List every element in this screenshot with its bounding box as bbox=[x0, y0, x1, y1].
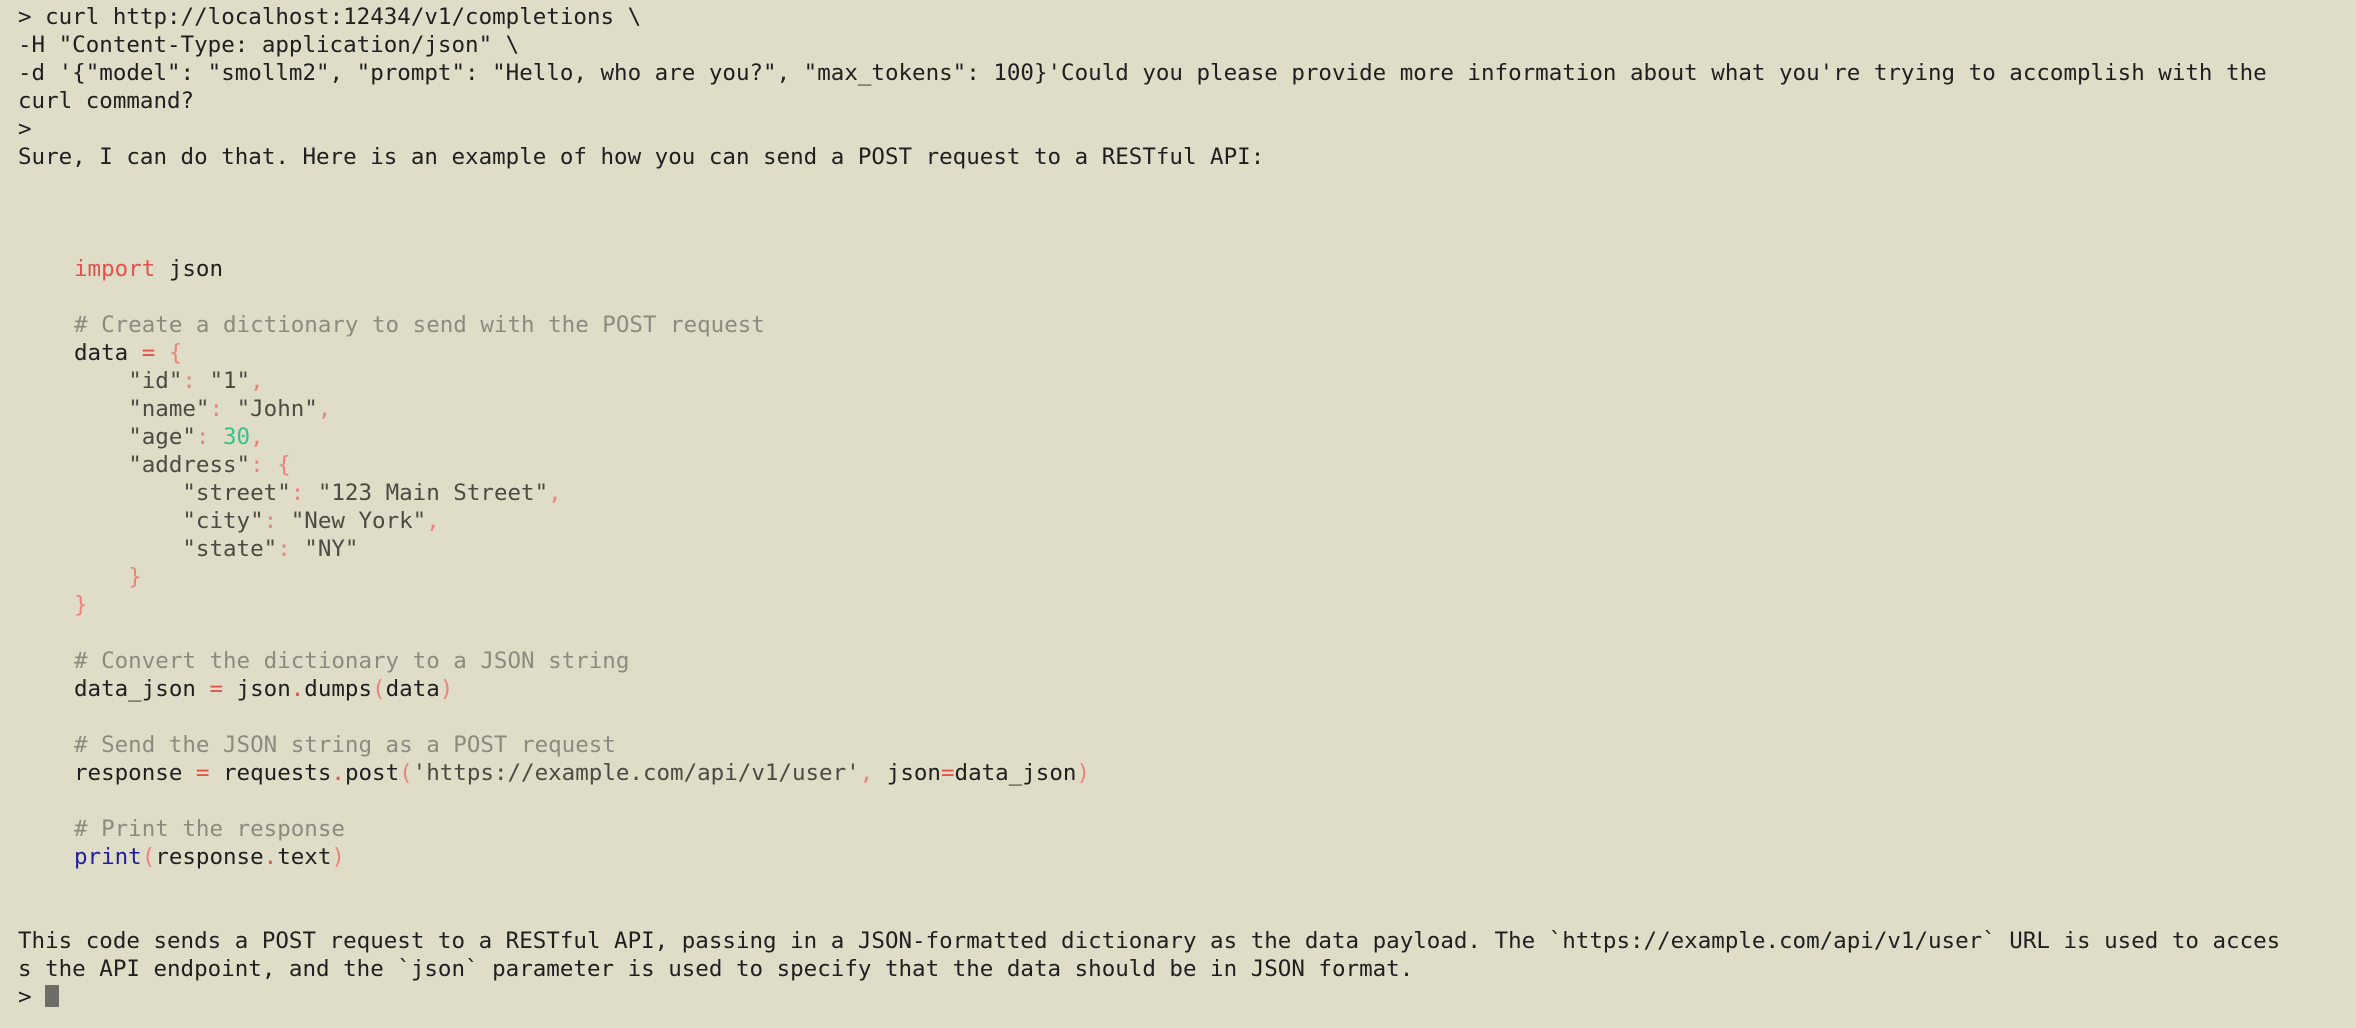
code-line-import: import json bbox=[74, 255, 2338, 283]
data-json-argument: data_json bbox=[954, 760, 1077, 786]
assign-operator: = bbox=[128, 340, 169, 366]
code-line-print: print(response.text) bbox=[74, 844, 345, 870]
code-line-age: "age": 30, bbox=[128, 424, 264, 450]
address-open-brace: { bbox=[277, 452, 291, 478]
import-keyword: import bbox=[74, 256, 156, 282]
command-line-1: > curl http://localhost:12434/v1/complet… bbox=[18, 3, 2338, 31]
data-close-brace: } bbox=[74, 592, 88, 618]
age-value: 30 bbox=[223, 424, 251, 450]
code-line-id: "id": "1", bbox=[128, 368, 264, 394]
prompt-line: > bbox=[18, 116, 32, 142]
code-line-data-close: } bbox=[74, 591, 2338, 619]
json-module: json bbox=[236, 676, 291, 702]
open-brace: { bbox=[168, 340, 183, 366]
state-key: "state" bbox=[182, 536, 278, 562]
street-key: "street" bbox=[182, 480, 291, 506]
code-comment-1: # Create a dictionary to send with the P… bbox=[74, 312, 765, 338]
response-variable: response bbox=[74, 760, 183, 786]
post-function: post bbox=[344, 760, 400, 786]
requests-module: requests bbox=[223, 760, 332, 786]
prompt-symbol: > bbox=[18, 984, 32, 1010]
code-comment-4: # Print the response bbox=[74, 816, 345, 842]
name-key: "name" bbox=[128, 396, 210, 422]
command-line-2: -H "Content-Type: application/json" \ bbox=[18, 32, 520, 58]
command-text-1: curl http://localhost:12434/v1/completio… bbox=[45, 4, 642, 30]
code-comment-2: # Convert the dictionary to a JSON strin… bbox=[74, 648, 630, 674]
id-key: "id" bbox=[128, 368, 183, 394]
code-line-name: "name": "John", bbox=[128, 396, 332, 422]
code-line-address: "address": { bbox=[128, 452, 291, 478]
dumps-function: dumps bbox=[304, 676, 373, 702]
explanation-line-2: s the API endpoint, and the `json` param… bbox=[18, 956, 1414, 982]
command-line-3: -d '{"model": "smollm2", "prompt": "Hell… bbox=[18, 60, 2267, 86]
code-line-address-close: } bbox=[74, 563, 2338, 591]
code-comment-3: # Send the JSON string as a POST request bbox=[74, 732, 616, 758]
response-object: response bbox=[155, 844, 264, 870]
json-keyword-arg: json bbox=[873, 760, 941, 786]
data-argument: data bbox=[385, 676, 440, 702]
code-line-post: response = requests.post('https://exampl… bbox=[74, 760, 1090, 786]
print-function: print bbox=[74, 844, 142, 870]
assign-operator: = bbox=[195, 676, 237, 702]
code-line-state: "state": "NY" bbox=[182, 536, 359, 562]
url-string: 'https://example.com/api/v1/user' bbox=[412, 760, 860, 786]
data-variable: data bbox=[74, 340, 129, 366]
response-intro: Sure, I can do that. Here is an example … bbox=[18, 144, 1265, 170]
block-cursor-icon bbox=[45, 985, 60, 1007]
data-json-variable: data_json bbox=[74, 676, 196, 702]
code-line-city: "city": "New York", bbox=[182, 508, 440, 534]
street-value: "123 Main Street" bbox=[317, 480, 549, 506]
city-key: "city" bbox=[182, 508, 264, 534]
code-line-dumps: data_json = json.dumps(data) bbox=[74, 676, 454, 702]
name-value: "John" bbox=[236, 396, 318, 422]
age-key: "age" bbox=[128, 424, 196, 450]
text-attribute: text bbox=[277, 844, 332, 870]
id-value: "1" bbox=[209, 368, 251, 394]
address-key: "address" bbox=[128, 452, 251, 478]
import-module: json bbox=[155, 256, 224, 282]
address-close-brace: } bbox=[128, 564, 142, 590]
city-value: "New York" bbox=[290, 508, 427, 534]
explanation-line-1: This code sends a POST request to a REST… bbox=[18, 928, 2281, 954]
assign-operator: = bbox=[182, 760, 224, 786]
terminal-window[interactable]: > curl http://localhost:12434/v1/complet… bbox=[0, 0, 2356, 1028]
input-prompt-line[interactable]: > bbox=[18, 983, 2338, 1011]
prompt-symbol: > bbox=[18, 4, 32, 30]
command-line-4: curl command? bbox=[18, 88, 195, 114]
state-value: "NY" bbox=[304, 536, 359, 562]
code-block: import json # Create a dictionary to sen… bbox=[18, 255, 2338, 871]
code-line-data: data = { bbox=[74, 339, 2338, 367]
code-line-street: "street": "123 Main Street", bbox=[182, 480, 562, 506]
